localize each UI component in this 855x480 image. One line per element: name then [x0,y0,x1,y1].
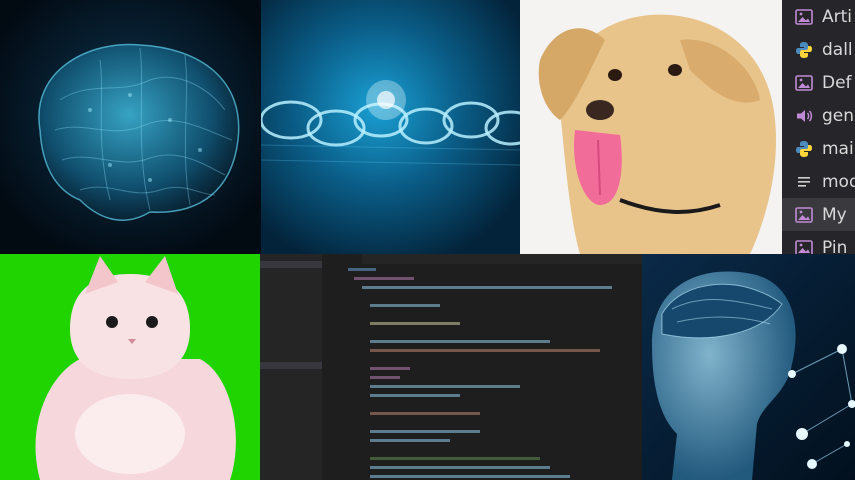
file-explorer-list: Arti dall Def gen mai mod My Pin [782,0,855,254]
explorer-item [260,355,322,362]
pink-cat-image [0,254,260,480]
explorer-item [260,319,322,326]
python-icon [794,140,814,158]
file-name-label: Pin [822,237,848,255]
explorer-item [260,369,322,376]
file-list-item[interactable]: gen [782,99,855,132]
audio-icon [794,107,814,125]
file-list-item[interactable]: mod [782,165,855,198]
file-name-label: mai [822,138,854,159]
image-icon [794,74,814,92]
explorer-item [260,398,322,405]
explorer-item [260,326,322,333]
editor-explorer-panel [260,254,322,480]
explorer-item [260,254,322,261]
file-list-items: Arti dall Def gen mai mod My Pin [782,0,855,254]
file-list-item[interactable]: Def [782,66,855,99]
explorer-item [260,376,322,383]
explorer-item [260,383,322,390]
image-icon [794,239,814,254]
file-name-label: Arti [822,6,853,27]
explorer-item [260,261,322,269]
explorer-item [260,361,322,369]
file-name-label: gen [822,105,855,126]
file-list-item[interactable]: My [782,198,855,231]
explorer-item [260,340,322,347]
explorer-item [260,312,322,319]
code-area [344,264,642,480]
file-name-label: dall [822,39,853,60]
explorer-item [260,297,322,304]
glowing-chain-image [261,0,520,254]
brain-render-image [0,0,261,254]
explorer-item [260,391,322,398]
file-list-item[interactable]: Arti [782,0,855,33]
explorer-item [260,412,322,419]
line-number-gutter [322,264,340,480]
explorer-item [260,290,322,297]
file-list-item[interactable]: Pin [782,231,855,254]
puppy-image [520,0,782,254]
explorer-item [260,276,322,283]
image-icon [794,206,814,224]
editor-tab-bar [322,254,642,264]
explorer-item [260,405,322,412]
explorer-item [260,268,322,275]
explorer-item [260,304,322,311]
code-editor-screenshot [260,254,642,480]
explorer-item [260,347,322,354]
explorer-item [260,333,322,340]
python-icon [794,41,814,59]
ai-head-image [642,254,855,480]
explorer-item [260,283,322,290]
text-file-icon [794,173,814,191]
file-list-item[interactable]: mai [782,132,855,165]
editor-tab [322,254,362,264]
file-name-label: My [822,204,847,225]
image-icon [794,8,814,26]
file-list-item[interactable]: dall [782,33,855,66]
file-name-label: mod [822,171,855,192]
file-name-label: Def [822,72,852,93]
